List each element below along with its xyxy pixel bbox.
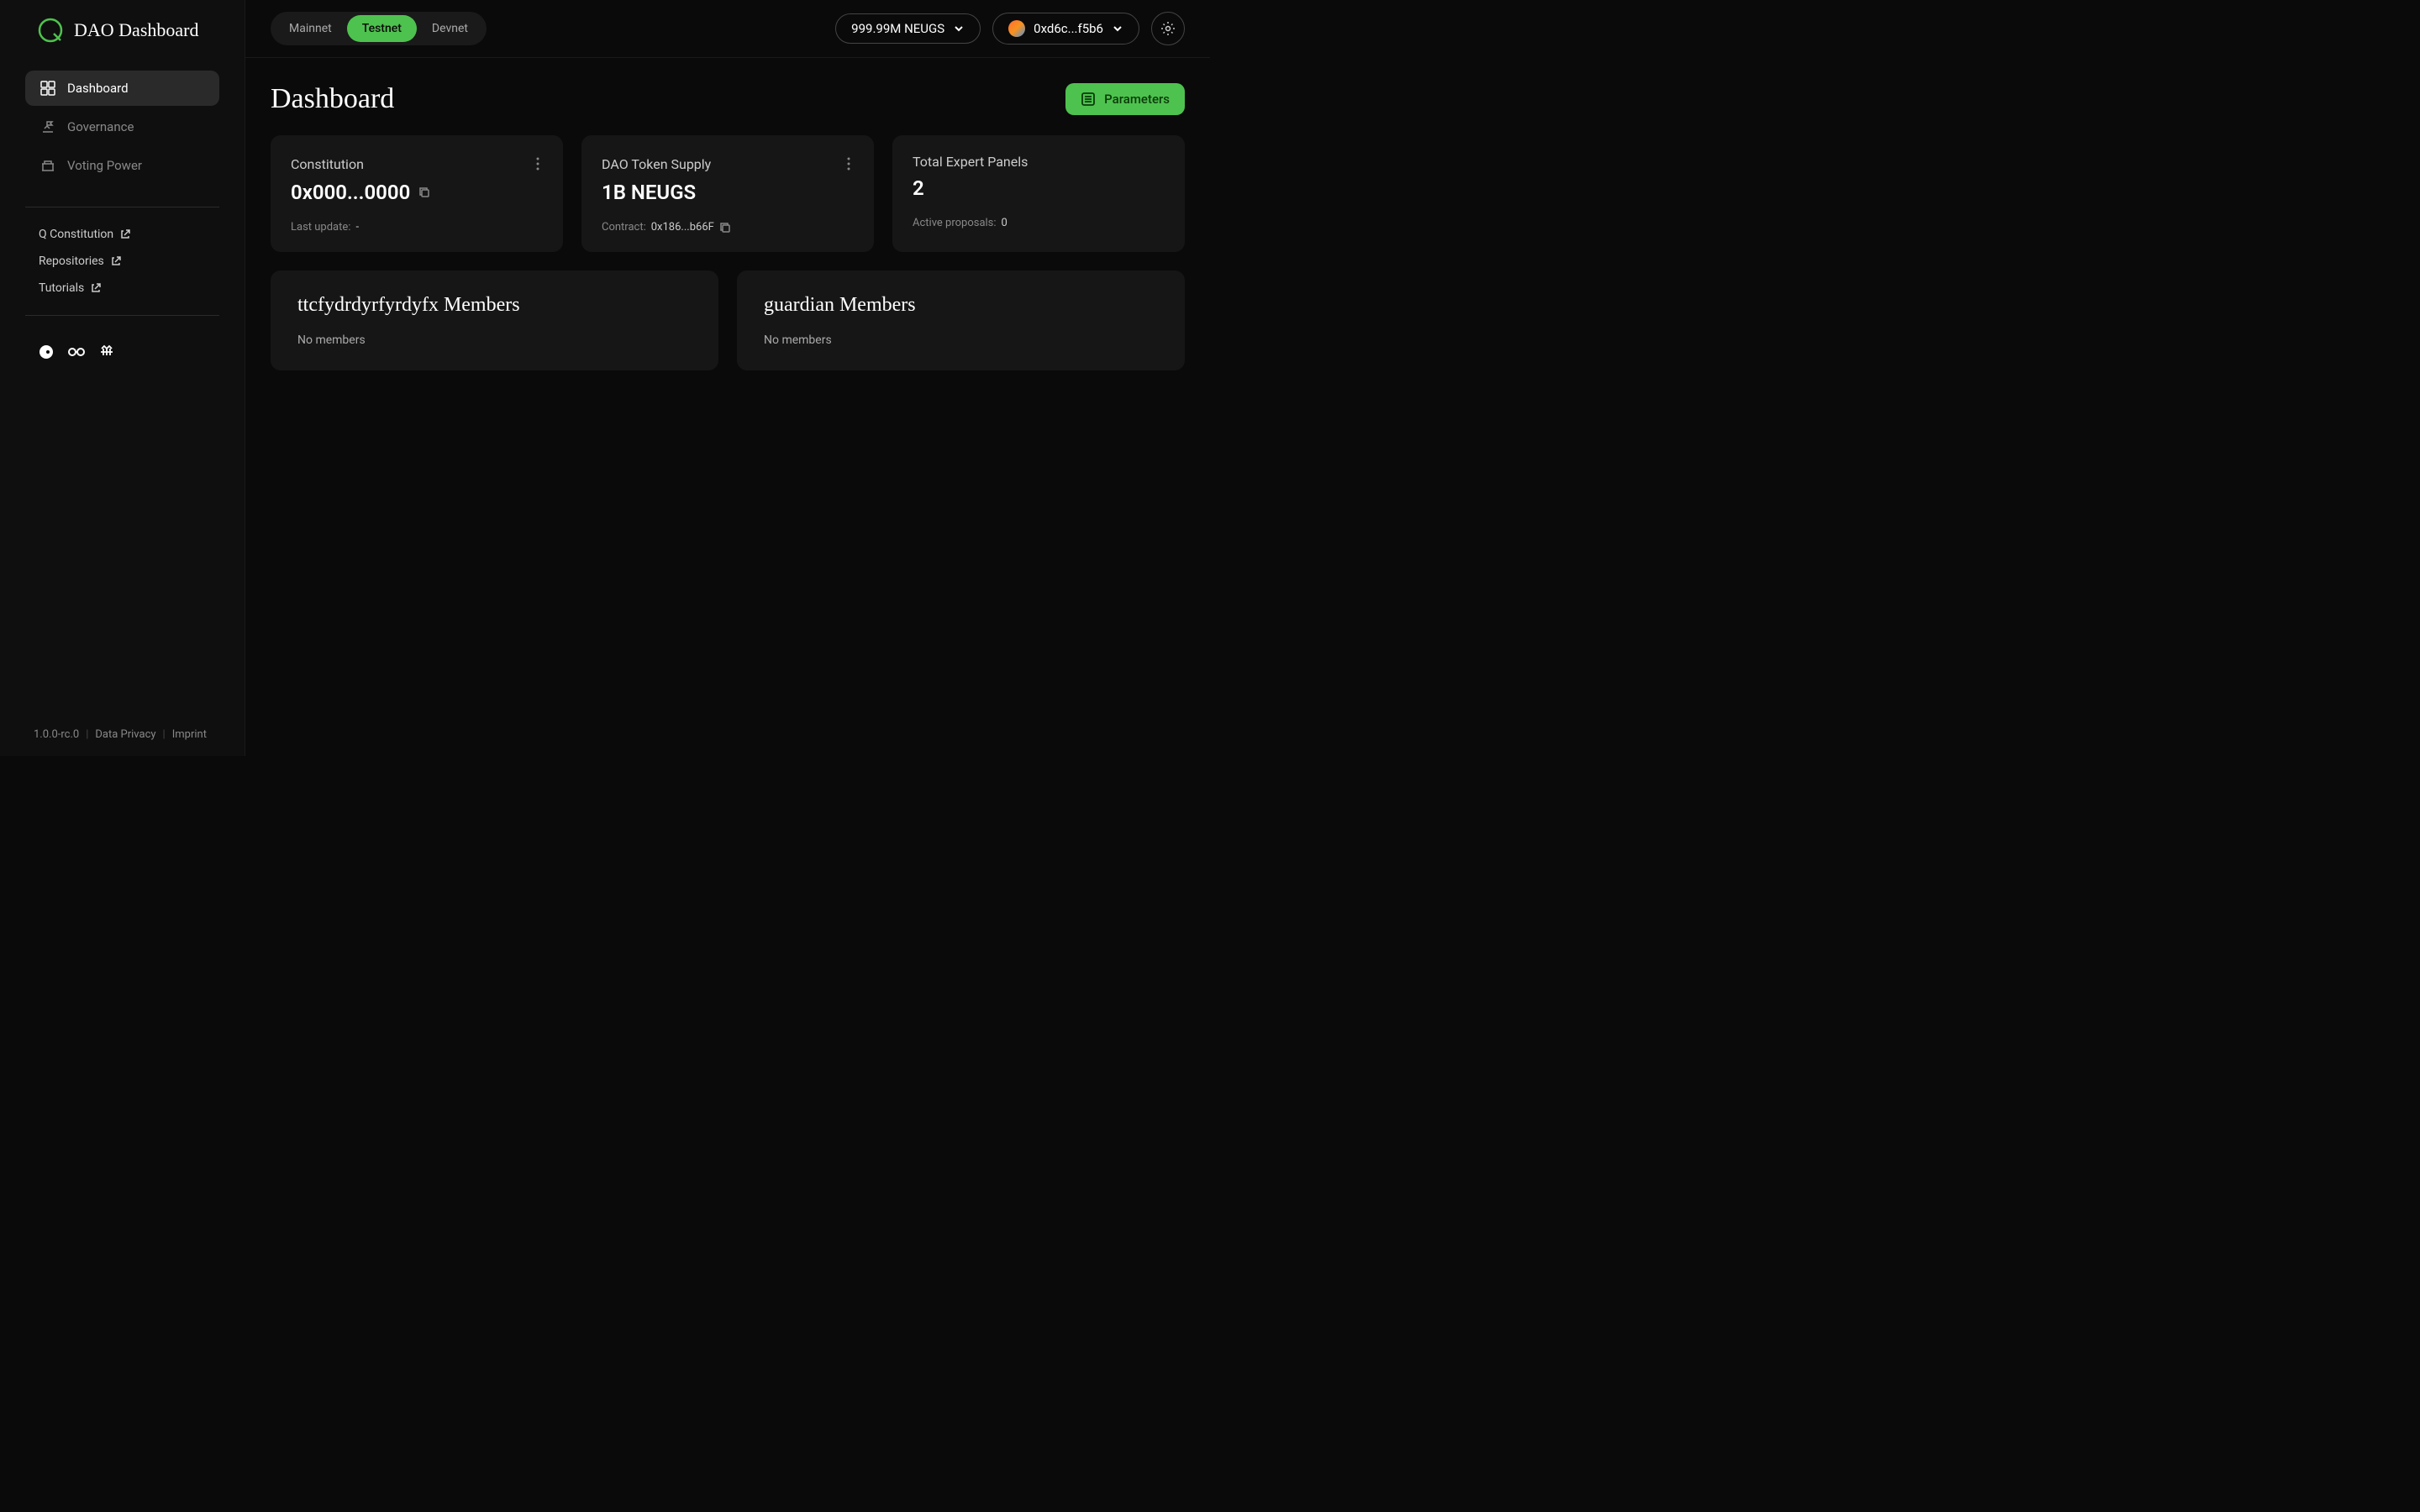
card-token-supply: DAO Token Supply 1B NEUGS Contract: 0x18… [581,135,874,252]
member-card-title: ttcfydrdyrfyrdyfx Members [297,294,692,317]
external-link-icon [111,256,121,266]
network-tabs: Mainnet Testnet Devnet [271,12,487,45]
main: Mainnet Testnet Devnet 999.99M NEUGS 0xd… [245,0,1210,756]
version-label: 1.0.0-rc.0 [34,728,79,741]
member-card-title: guardian Members [764,294,1158,317]
parameters-button[interactable]: Parameters [1065,83,1185,115]
page-header: Dashboard Parameters [271,83,1185,115]
link-label: Q Constitution [39,228,113,241]
balance-label: 999.99M NEUGS [851,21,944,36]
wallet-avatar-icon [1008,20,1025,37]
social-icon-2[interactable] [67,343,86,361]
content: Dashboard Parameters Constitution 0x000.… [245,58,1210,396]
divider [25,315,219,316]
nav-item-voting-power[interactable]: Voting Power [25,148,219,183]
logo-icon [37,17,64,44]
card-footer-value: 0x186...b66F [651,221,714,234]
voting-power-icon [40,158,55,173]
link-label: Tutorials [39,281,84,295]
nav-section: Dashboard Governance Voting Power [0,64,245,193]
card-footer-label: Active proposals: [913,217,997,229]
separator: | [163,728,166,741]
dashboard-icon [40,81,55,96]
card-footer-value: - [355,221,359,234]
external-link-icon [91,283,101,293]
card-value: 2 [913,176,924,200]
sidebar: DAO Dashboard Dashboard Governance Votin… [0,0,245,756]
governance-icon [40,119,55,134]
network-tab-testnet[interactable]: Testnet [347,15,417,42]
card-title: DAO Token Supply [602,156,711,172]
card-value: 1B NEUGS [602,181,696,204]
settings-button[interactable] [1151,12,1185,45]
member-card: ttcfydrdyrfyrdyfx Members No members [271,270,718,370]
logo-section: DAO Dashboard [0,0,245,64]
page-title: Dashboard [271,83,394,115]
card-footer-label: Contract: [602,221,646,234]
card-value: 0x000...0000 [291,181,410,204]
member-empty-label: No members [297,333,692,347]
nav-label: Dashboard [67,81,129,96]
cards-row: Constitution 0x000...0000 Last update: - [271,135,1185,252]
card-menu-button[interactable] [533,154,543,174]
link-repositories[interactable]: Repositories [25,248,219,275]
card-constitution: Constitution 0x000...0000 Last update: - [271,135,563,252]
chevron-down-icon [1112,23,1123,34]
card-expert-panels: Total Expert Panels 2 Active proposals: … [892,135,1185,252]
social-icon-1[interactable] [37,343,55,361]
social-icon-3[interactable] [97,343,116,361]
nav-label: Voting Power [67,158,142,173]
member-empty-label: No members [764,333,1158,347]
social-icons [0,329,245,375]
privacy-link[interactable]: Data Privacy [95,728,155,741]
link-q-constitution[interactable]: Q Constitution [25,221,219,248]
link-label: Repositories [39,255,104,268]
copy-icon[interactable] [418,186,430,198]
list-icon [1081,92,1096,107]
sidebar-footer: 1.0.0-rc.0 | Data Privacy | Imprint [0,713,245,756]
member-card: guardian Members No members [737,270,1185,370]
card-title: Constitution [291,156,364,172]
card-footer-value: 0 [1002,217,1007,229]
network-tab-mainnet[interactable]: Mainnet [274,15,347,42]
app-title: DAO Dashboard [74,19,198,41]
nav-label: Governance [67,119,134,134]
topbar: Mainnet Testnet Devnet 999.99M NEUGS 0xd… [245,0,1210,58]
separator: | [86,728,88,741]
chevron-down-icon [953,23,965,34]
card-menu-button[interactable] [844,154,854,174]
link-section: Q Constitution Repositories Tutorials [0,221,245,302]
card-title: Total Expert Panels [913,154,1028,170]
copy-icon[interactable] [719,222,731,234]
gear-icon [1160,21,1176,36]
parameters-label: Parameters [1104,92,1170,107]
nav-item-dashboard[interactable]: Dashboard [25,71,219,106]
card-footer-label: Last update: [291,221,350,234]
wallet-address: 0xd6c...f5b6 [1034,21,1103,36]
link-tutorials[interactable]: Tutorials [25,275,219,302]
imprint-link[interactable]: Imprint [172,728,207,741]
balance-button[interactable]: 999.99M NEUGS [835,13,981,44]
nav-item-governance[interactable]: Governance [25,109,219,144]
members-row: ttcfydrdyrfyrdyfx Members No members gua… [271,270,1185,370]
wallet-button[interactable]: 0xd6c...f5b6 [992,13,1139,45]
network-tab-devnet[interactable]: Devnet [417,15,483,42]
external-link-icon [120,229,130,239]
